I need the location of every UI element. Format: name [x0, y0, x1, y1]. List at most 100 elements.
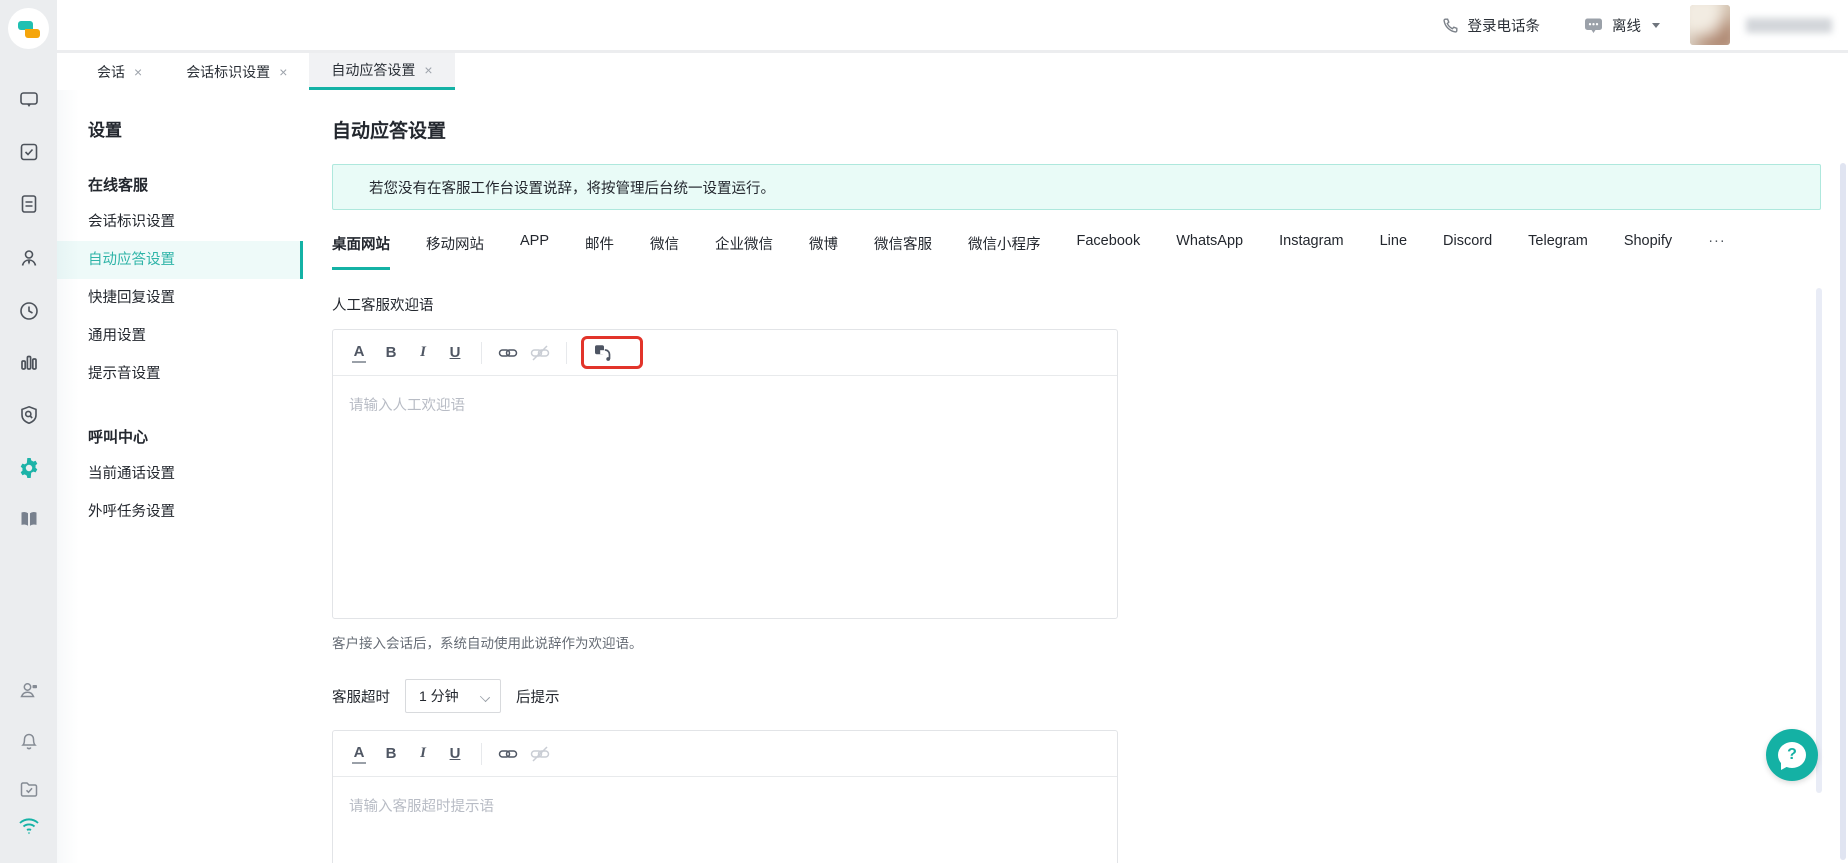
notice-banner: 若您没有在客服工作台设置说辞，将按管理后台统一设置运行。	[332, 164, 1821, 210]
main-content: 自动应答设置 若您没有在客服工作台设置说辞，将按管理后台统一设置运行。 桌面网站…	[303, 90, 1848, 863]
channel-tab-discord[interactable]: Discord	[1443, 233, 1492, 262]
customer-icon[interactable]	[0, 246, 57, 270]
welcome-editor: A B I U 请输入人工欢迎语	[332, 329, 1118, 619]
quality-inspect-shield-icon[interactable]	[0, 403, 57, 427]
sidebar-item-outbound-task-settings[interactable]: 外呼任务设置	[57, 493, 303, 531]
welcome-editor-toolbar: A B I U	[333, 330, 1117, 376]
sidebar-item-current-call-settings[interactable]: 当前通话设置	[57, 455, 303, 493]
app-logo[interactable]	[8, 8, 49, 49]
channel-tab-wechat[interactable]: 微信	[650, 233, 679, 267]
channel-tab-app[interactable]: APP	[520, 233, 549, 262]
translate-button[interactable]	[592, 343, 614, 363]
logo-shape-amber	[25, 29, 40, 38]
timeout-prefix-label: 客服超时	[332, 689, 390, 706]
left-icon-rail	[0, 0, 57, 863]
notice-text: 若您没有在客服工作台设置说辞，将按管理后台统一设置运行。	[369, 180, 775, 197]
underline-button[interactable]: U	[439, 337, 471, 369]
sidebar-item-sound-settings[interactable]: 提示音设置	[57, 355, 303, 393]
window-tab-session-tag-settings[interactable]: 会话标识设置 ×	[164, 53, 309, 90]
italic-button[interactable]: I	[407, 738, 439, 770]
italic-button[interactable]: I	[407, 337, 439, 369]
sidebar-section-online-service: 在线客服	[88, 177, 149, 194]
channel-tab-facebook[interactable]: Facebook	[1077, 233, 1141, 262]
network-wifi-icon[interactable]	[0, 813, 57, 837]
history-clock-icon[interactable]	[0, 299, 57, 323]
status-label: 离线	[1612, 18, 1641, 35]
channel-tab-wechat-miniprogram[interactable]: 微信小程序	[968, 233, 1041, 267]
timeout-editor-toolbar: A B I U	[333, 731, 1117, 777]
document-icon[interactable]	[0, 192, 57, 216]
channel-tabs-more-button[interactable]: ···	[1708, 233, 1726, 262]
channel-tab-shopify[interactable]: Shopify	[1624, 233, 1672, 262]
channel-tab-whatsapp[interactable]: WhatsApp	[1176, 233, 1243, 262]
content-scrollbar[interactable]	[1816, 288, 1822, 793]
page-scrollbar[interactable]	[1840, 163, 1846, 860]
channel-tab-line[interactable]: Line	[1380, 233, 1407, 262]
knowledge-book-icon[interactable]	[0, 507, 57, 531]
user-avatar[interactable]	[1690, 5, 1730, 45]
channel-tab-email[interactable]: 邮件	[585, 233, 614, 267]
timeout-setting-row: 客服超时 1 分钟 后提示	[332, 679, 1848, 713]
channel-tab-mobile-web[interactable]: 移动网站	[426, 233, 484, 267]
chat-bubble-icon[interactable]	[0, 88, 57, 112]
sidebar-item-quick-reply-settings[interactable]: 快捷回复设置	[57, 279, 303, 317]
remove-link-button[interactable]	[524, 337, 556, 369]
bold-button[interactable]: B	[375, 337, 407, 369]
channel-tab-instagram[interactable]: Instagram	[1279, 233, 1343, 262]
check-square-icon[interactable]	[0, 140, 57, 164]
top-header: 登录电话条 离线	[57, 0, 1848, 50]
app-window: 登录电话条 离线 会话 × 会话标识设置 × 自动应答设置 × 设置 在线客服 …	[0, 0, 1848, 863]
insert-link-button[interactable]	[492, 337, 524, 369]
channel-tab-wecom[interactable]: 企业微信	[715, 233, 773, 267]
login-phone-bar-button[interactable]: 登录电话条	[1442, 15, 1541, 36]
avatar-blur	[1690, 5, 1730, 45]
user-name	[1746, 17, 1832, 33]
window-tab-session[interactable]: 会话 ×	[75, 53, 164, 90]
remove-link-button[interactable]	[524, 738, 556, 770]
window-tab-auto-reply-settings[interactable]: 自动应答设置 ×	[309, 53, 455, 90]
timeout-editor-placeholder: 请输入客服超时提示语	[349, 799, 494, 815]
login-phone-bar-label: 登录电话条	[1467, 18, 1541, 35]
tab-close-icon[interactable]: ×	[134, 65, 142, 79]
welcome-label: 人工客服欢迎语	[332, 298, 434, 314]
tab-close-icon[interactable]: ×	[424, 63, 432, 77]
bold-button[interactable]: B	[375, 738, 407, 770]
page-title: 自动应答设置	[332, 121, 447, 142]
channel-tab-desktop-web[interactable]: 桌面网站	[332, 233, 390, 270]
tab-label: 会话	[97, 63, 125, 80]
notification-bell-icon[interactable]	[0, 728, 57, 752]
tab-label: 会话标识设置	[186, 63, 271, 80]
status-caret-icon	[1652, 22, 1660, 28]
welcome-editor-input[interactable]: 请输入人工欢迎语	[333, 376, 1117, 618]
toolbar-divider	[481, 742, 482, 765]
task-folder-icon[interactable]	[0, 777, 57, 801]
channel-tab-telegram[interactable]: Telegram	[1528, 233, 1588, 262]
help-question-mark: ?	[1787, 746, 1797, 763]
timeout-editor: A B I U 请输入客服超时提示语	[332, 730, 1118, 863]
sidebar-item-general-settings[interactable]: 通用设置	[57, 317, 303, 355]
status-selector[interactable]: 离线	[1584, 15, 1660, 36]
toolbar-divider	[566, 341, 567, 364]
settings-gear-icon[interactable]	[0, 456, 57, 480]
sidebar-item-auto-reply-settings[interactable]: 自动应答设置	[57, 241, 303, 279]
toolbar-divider	[481, 341, 482, 364]
font-color-button[interactable]: A	[343, 337, 375, 369]
bar-chart-icon[interactable]	[0, 351, 57, 375]
tutorial-highlight-box	[581, 336, 643, 369]
settings-sidebar: 设置 在线客服 会话标识设置 自动应答设置 快捷回复设置 通用设置 提示音设置 …	[57, 90, 303, 863]
insert-link-button[interactable]	[492, 738, 524, 770]
timeout-duration-select[interactable]: 1 分钟	[405, 679, 501, 713]
sidebar-item-session-tag-settings[interactable]: 会话标识设置	[57, 203, 303, 241]
underline-button[interactable]: U	[439, 738, 471, 770]
channel-tab-weibo[interactable]: 微博	[809, 233, 838, 267]
welcome-helper-text: 客户接入会话后，系统自动使用此说辞作为欢迎语。	[332, 636, 643, 651]
tab-close-icon[interactable]: ×	[279, 65, 287, 79]
timeout-select-value: 1 分钟	[419, 688, 459, 704]
font-color-button[interactable]: A	[343, 738, 375, 770]
channel-tab-wechat-service[interactable]: 微信客服	[874, 233, 932, 267]
help-button[interactable]: ?	[1766, 729, 1818, 781]
agent-status-icon[interactable]	[0, 678, 57, 702]
help-bubble-icon: ?	[1778, 742, 1806, 768]
phone-icon	[1442, 17, 1458, 33]
timeout-editor-input[interactable]: 请输入客服超时提示语	[333, 777, 1117, 863]
